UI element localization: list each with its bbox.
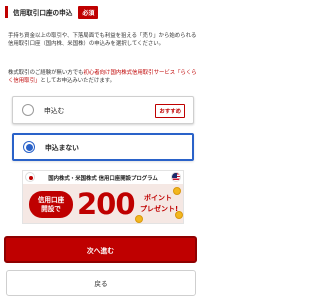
banner-headline: 国内株式・米国株式 信用口座開設プログラム xyxy=(23,171,183,184)
banner-points-label: ポイント xyxy=(144,194,172,202)
coin-icon xyxy=(173,187,181,195)
radio-decline[interactable] xyxy=(23,141,35,153)
recommended-badge: おすすめ xyxy=(155,104,185,118)
coin-icon xyxy=(135,215,143,223)
header-accent-bar xyxy=(5,6,8,18)
coin-icon xyxy=(175,211,183,219)
banner-pill-line1: 信用口座 xyxy=(37,195,65,204)
japan-flag-icon xyxy=(25,172,35,182)
beginner-note-prefix: 株式取引のご経験が無い方でも xyxy=(8,70,84,76)
option-apply[interactable]: 申込む おすすめ xyxy=(12,96,194,124)
option-decline-label: 申込まない xyxy=(45,144,79,152)
section-title: 信用取引口座の申込 xyxy=(13,9,73,17)
banner-body: 信用口座 開設で 200 ポイント プレゼント! xyxy=(23,184,183,223)
us-flag-icon xyxy=(171,172,181,182)
banner-headline-text: 国内株式・米国株式 信用口座開設プログラム xyxy=(48,175,158,182)
next-button[interactable]: 次へ進む xyxy=(4,236,197,263)
description-paragraph: 手持ち資金以上の取引や、下落局面でも利益を狙える「売り」から始められる信用取引口… xyxy=(8,33,197,47)
radio-apply[interactable] xyxy=(22,104,34,116)
beginner-note-suffix: としてお申込みいただけます。 xyxy=(40,78,115,84)
section-header: 信用取引口座の申込 必須 xyxy=(5,4,99,20)
required-badge: 必須 xyxy=(78,5,99,19)
banner-pill: 信用口座 開設で xyxy=(29,191,73,218)
back-button[interactable]: 戻る xyxy=(6,270,196,296)
option-apply-label: 申込む xyxy=(44,107,65,115)
banner-present-label: プレゼント! xyxy=(140,205,179,213)
option-decline[interactable]: 申込まない xyxy=(12,133,194,161)
banner-pill-line2: 開設で xyxy=(41,204,61,213)
campaign-banner[interactable]: 国内株式・米国株式 信用口座開設プログラム 信用口座 開設で 200 ポイント … xyxy=(22,170,184,224)
banner-amount: 200 xyxy=(77,187,136,221)
beginner-note: 株式取引のご経験が無い方でも初心者向け国内株式信用取引サービス「らくらく信用取引… xyxy=(8,69,198,85)
